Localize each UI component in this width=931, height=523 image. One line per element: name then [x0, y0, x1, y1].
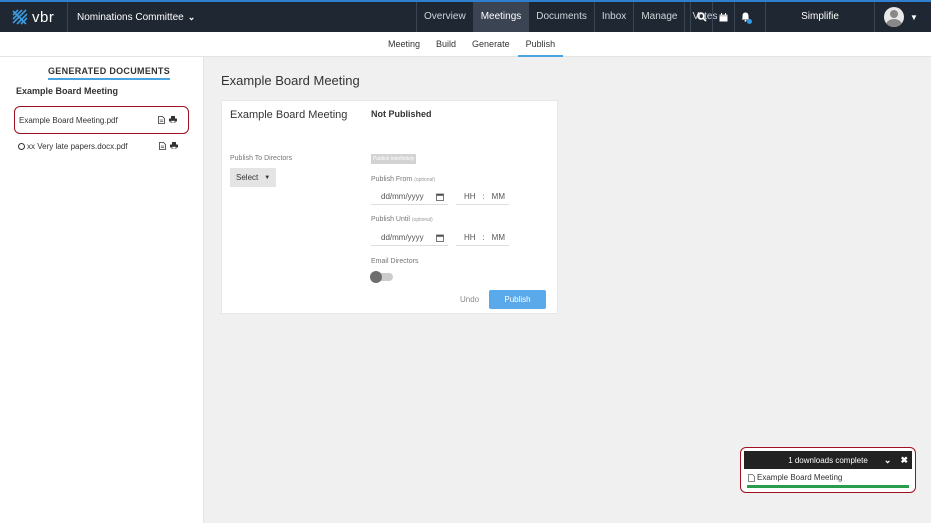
calendar-icon[interactable]: [712, 2, 734, 32]
publish-from-row: dd/mm/yyyy HH : MM: [371, 189, 509, 205]
nav-meetings[interactable]: Meetings: [472, 2, 529, 32]
nav-overview[interactable]: Overview: [416, 2, 473, 32]
publish-to-directors-label: Publish To Directors: [230, 155, 293, 162]
logo-text: vbr: [32, 8, 55, 26]
hour-placeholder: HH: [464, 233, 476, 242]
date-placeholder: dd/mm/yyyy: [381, 192, 424, 201]
publish-card: Example Board Meeting Not Published Publ…: [221, 100, 558, 314]
document-row[interactable]: xx Very late papers.docx.pdf: [14, 132, 189, 160]
sub-nav: Meeting Build Generate Publish: [0, 32, 931, 57]
top-navbar: vbr Nominations Committee ⌄ Overview Mee…: [0, 0, 931, 32]
publish-status: Not Published: [371, 109, 432, 119]
publish-from-date-input[interactable]: dd/mm/yyyy: [371, 189, 448, 205]
downloads-toast-title: 1 downloads complete: [788, 455, 868, 465]
bell-icon[interactable]: [734, 2, 756, 32]
download-item-name[interactable]: Example Board Meeting: [757, 473, 842, 482]
print-icon[interactable]: [170, 142, 178, 149]
committee-dropdown[interactable]: Nominations Committee ⌄: [68, 2, 195, 32]
file-icon[interactable]: [159, 142, 166, 150]
time-separator: :: [482, 233, 485, 242]
tab-generate[interactable]: Generate: [464, 32, 518, 57]
directors-select[interactable]: Select ▼: [230, 168, 276, 187]
avatar: [884, 7, 904, 27]
email-directors-label: Email Directors: [371, 258, 419, 265]
hour-placeholder: HH: [464, 192, 476, 201]
file-icon[interactable]: [158, 116, 165, 124]
document-row[interactable]: Example Board Meeting.pdf: [14, 106, 189, 134]
tab-publish[interactable]: Publish: [517, 32, 564, 57]
nav-inbox[interactable]: Inbox: [593, 2, 633, 32]
publish-until-row: dd/mm/yyyy HH : MM: [371, 230, 509, 246]
file-icon: [748, 473, 755, 482]
main-nav: Overview Meetings Documents Inbox Manage…: [416, 2, 724, 32]
publish-indefinitely-badge[interactable]: Publish indefinitely: [371, 154, 417, 164]
document-name[interactable]: xx Very late papers.docx.pdf: [27, 142, 128, 151]
directors-select-label: Select: [236, 173, 259, 182]
downloads-toast: 1 downloads complete ⌄ ✖ Example Board M…: [740, 447, 916, 493]
caret-down-icon: ▼: [264, 174, 271, 181]
tab-meeting[interactable]: Meeting: [380, 32, 428, 57]
generated-documents-heading: GENERATED DOCUMENTS: [48, 66, 171, 80]
time-separator: :: [482, 192, 485, 201]
publish-until-time-input[interactable]: HH : MM: [456, 230, 509, 246]
document-name[interactable]: Example Board Meeting.pdf: [15, 116, 158, 125]
close-icon[interactable]: ✖: [900, 455, 908, 466]
logo[interactable]: vbr: [0, 2, 68, 32]
nav-documents[interactable]: Documents: [528, 2, 594, 32]
chevron-down-icon: ⌄: [187, 11, 196, 22]
download-progress-fill: [747, 485, 909, 488]
tab-build[interactable]: Build: [428, 32, 464, 57]
toggle-knob: [370, 271, 382, 283]
sidebar: GENERATED DOCUMENTS Example Board Meetin…: [0, 57, 204, 523]
email-directors-toggle[interactable]: [370, 271, 393, 283]
publish-from-time-input[interactable]: HH : MM: [456, 189, 509, 205]
brand-label[interactable]: Simplifie: [765, 2, 875, 32]
committee-name: Nominations Committee: [77, 11, 184, 23]
user-menu[interactable]: ▼: [884, 7, 918, 27]
search-icon[interactable]: [690, 2, 712, 32]
publish-until-label: Publish Until (optional): [371, 216, 433, 223]
page-title: Example Board Meeting: [221, 73, 360, 88]
minute-placeholder: MM: [491, 192, 505, 201]
publish-button[interactable]: Publish: [489, 290, 546, 309]
downloads-toast-header: 1 downloads complete ⌄ ✖: [744, 451, 912, 469]
clock-icon: [18, 142, 25, 150]
nav-manage[interactable]: Manage: [633, 2, 684, 32]
sidebar-meeting-title: Example Board Meeting: [16, 86, 119, 96]
download-progress-bar: [747, 485, 909, 488]
minute-placeholder: MM: [491, 233, 505, 242]
notification-dot: [747, 19, 752, 24]
download-item[interactable]: Example Board Meeting: [741, 469, 915, 482]
vbr-logo-icon: [12, 9, 28, 25]
nav-icons: [690, 2, 756, 32]
date-placeholder: dd/mm/yyyy: [381, 233, 424, 242]
publish-until-date-input[interactable]: dd/mm/yyyy: [371, 230, 448, 246]
caret-down-icon: ▼: [910, 12, 918, 22]
publish-from-label: Publish From (optional): [371, 176, 436, 183]
card-title: Example Board Meeting: [230, 109, 348, 121]
calendar-icon[interactable]: [436, 234, 444, 242]
undo-button[interactable]: Undo: [460, 295, 479, 304]
chevron-down-icon[interactable]: ⌄: [884, 455, 892, 466]
calendar-icon[interactable]: [436, 193, 444, 201]
print-icon[interactable]: [169, 116, 177, 123]
